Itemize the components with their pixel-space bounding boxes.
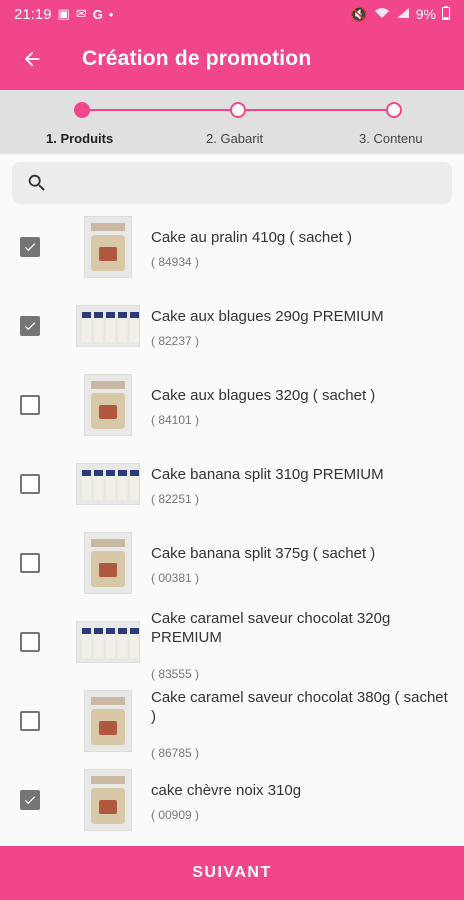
product-thumbnail xyxy=(84,690,132,752)
product-code: ( 83555 ) xyxy=(151,667,200,681)
product-checkbox[interactable] xyxy=(20,316,40,336)
product-list: Cake au pralin 410g ( sachet ) ( 84934 )… xyxy=(0,208,464,846)
image-icon: ▣ xyxy=(57,6,70,21)
google-icon: G xyxy=(92,6,103,22)
product-thumbnail xyxy=(76,463,140,505)
mute-icon: 🔇 xyxy=(350,5,368,22)
product-checkbox[interactable] xyxy=(20,711,40,731)
product-code: ( 00909 ) xyxy=(151,808,200,822)
stepper: 1. Produits 2. Gabarit 3. Contenu xyxy=(0,90,464,154)
dot-icon: • xyxy=(108,6,114,22)
product-item[interactable]: Cake aux blagues 290g PREMIUM ( 82237 ) xyxy=(0,287,464,366)
status-time: 21:19 xyxy=(14,5,52,23)
step-connector xyxy=(246,109,386,111)
product-item[interactable]: cake chèvre noix 310g ( 00909 ) xyxy=(0,761,464,840)
product-item[interactable]: Cake aux blagues 320g ( sachet ) ( 84101… xyxy=(0,366,464,445)
product-item[interactable]: Cake banana split 375g ( sachet ) ( 0038… xyxy=(0,524,464,603)
step-label-produits: 1. Produits xyxy=(46,131,114,146)
product-thumbnail xyxy=(84,769,132,831)
check-icon xyxy=(24,243,36,252)
product-item[interactable]: Cake banana split 310g PREMIUM ( 82251 ) xyxy=(0,445,464,524)
step-label-contenu: 3. Contenu xyxy=(359,131,423,146)
product-code: ( 82251 ) xyxy=(151,492,200,506)
wifi-icon xyxy=(374,6,390,22)
product-code: ( 84101 ) xyxy=(151,413,200,427)
product-name: Cake aux blagues 290g PREMIUM xyxy=(151,308,384,325)
step-connector xyxy=(90,109,230,111)
product-thumbnail xyxy=(84,532,132,594)
search-bar[interactable] xyxy=(12,162,452,204)
product-name: Cake banana split 375g ( sachet ) xyxy=(151,545,376,562)
step-label-gabarit: 2. Gabarit xyxy=(206,131,264,146)
step-dot-produits xyxy=(74,102,90,118)
product-code: ( 84934 ) xyxy=(151,255,200,269)
search-input[interactable] xyxy=(58,174,438,192)
status-bar: 21:19 ▣ ✉ G • 🔇 9% xyxy=(0,0,464,28)
check-icon xyxy=(24,322,36,331)
step-dot-contenu xyxy=(386,102,402,118)
product-name: Cake au pralin 410g ( sachet ) xyxy=(151,229,352,246)
product-code: ( 00381 ) xyxy=(151,571,200,585)
battery-level: 9% xyxy=(415,6,436,22)
product-thumbnail xyxy=(84,216,132,278)
product-name: Cake caramel saveur chocolat 380g ( sach… xyxy=(151,689,448,725)
product-thumbnail xyxy=(84,374,132,436)
product-name: cake chèvre noix 310g xyxy=(151,782,302,799)
back-button[interactable] xyxy=(0,28,64,90)
product-thumbnail xyxy=(76,621,140,663)
product-name: Cake aux blagues 320g ( sachet ) xyxy=(151,387,376,404)
product-thumbnail xyxy=(76,305,140,347)
product-code: ( 86785 ) xyxy=(151,746,200,760)
product-name: Cake caramel saveur chocolat 320g PREMIU… xyxy=(151,610,391,646)
product-code: ( 82237 ) xyxy=(151,334,200,348)
signal-icon xyxy=(396,6,410,22)
search-icon xyxy=(28,174,45,191)
product-checkbox[interactable] xyxy=(20,395,40,415)
product-checkbox[interactable] xyxy=(20,237,40,257)
arrow-left-icon xyxy=(24,51,40,67)
product-item[interactable]: Cake caramel saveur chocolat 320g PREMIU… xyxy=(0,603,464,682)
mail-icon: ✉ xyxy=(75,6,87,21)
step-dot-gabarit xyxy=(230,102,246,118)
check-icon xyxy=(24,796,36,805)
battery-icon xyxy=(442,5,450,23)
product-checkbox[interactable] xyxy=(20,632,40,652)
next-button[interactable]: SUIVANT xyxy=(0,846,464,900)
product-name: Cake banana split 310g PREMIUM xyxy=(151,466,384,483)
page-title: Création de promotion xyxy=(82,47,312,70)
product-checkbox[interactable] xyxy=(20,474,40,494)
app-bar: Création de promotion xyxy=(0,28,464,90)
product-checkbox[interactable] xyxy=(20,553,40,573)
product-item[interactable]: Cake au pralin 410g ( sachet ) ( 84934 ) xyxy=(0,208,464,287)
product-item[interactable]: Cake caramel saveur chocolat 380g ( sach… xyxy=(0,682,464,761)
product-checkbox[interactable] xyxy=(20,790,40,810)
